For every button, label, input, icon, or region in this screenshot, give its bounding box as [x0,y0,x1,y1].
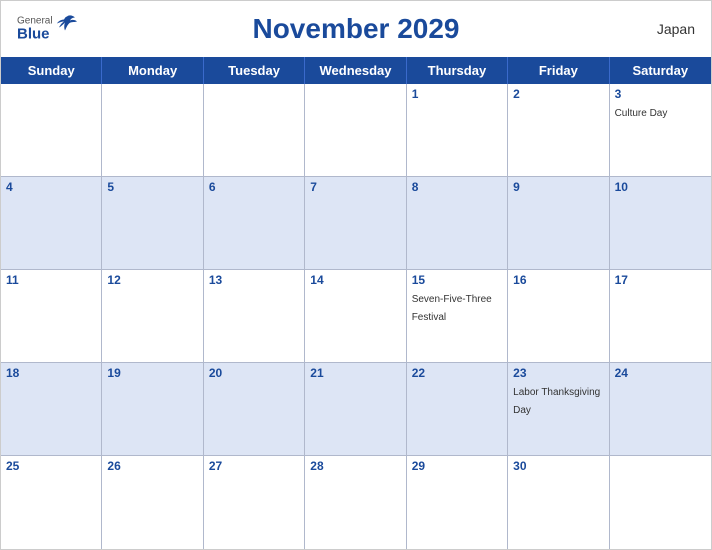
date-number: 2 [513,87,603,101]
week-row-2: 456789 10 [1,177,711,270]
day-header-wednesday: Wednesday [305,57,406,84]
calendar-cell [610,456,711,549]
calendar-cell: 26 [102,456,203,549]
date-number: 17 [615,273,706,287]
month-title: November 2029 [252,13,459,45]
holiday-name: Culture Day [615,108,668,119]
calendar-cell: 1 [407,84,508,177]
day-header-tuesday: Tuesday [204,57,305,84]
calendar-cell: 29 [407,456,508,549]
calendar-cell: 15 Seven-Five-Three Festival [407,270,508,363]
date-number: 4 [6,180,96,194]
calendar-cell: 13 [204,270,305,363]
calendar-cell: 7 [305,177,406,270]
date-number: 12 [107,273,197,287]
calendar-cell: 17 [610,270,711,363]
date-number: 27 [209,459,299,473]
date-number: 30 [513,459,603,473]
calendar-cell: 21 [305,363,406,456]
calendar-cell: 23 Labor Thanksgiving Day [508,363,609,456]
date-number: 16 [513,273,603,287]
calendar: General Blue November 2029 Japan SundayM… [0,0,712,550]
date-number: 28 [310,459,400,473]
day-header-thursday: Thursday [407,57,508,84]
calendar-header: General Blue November 2029 Japan [1,1,711,57]
date-number: 6 [209,180,299,194]
calendar-cell [102,84,203,177]
calendar-cell: 11 [1,270,102,363]
calendar-cell: 9 [508,177,609,270]
calendar-cell: 24 [610,363,711,456]
week-row-3: 11 12 13 14 15 Seven-Five-Three Festival 16 17 [1,270,711,363]
calendar-cell: 27 [204,456,305,549]
logo-bird-icon [55,15,77,38]
week-row-1: 123 Culture Day [1,84,711,177]
date-number: 25 [6,459,96,473]
logo: General Blue [17,17,77,42]
date-number: 11 [6,273,96,287]
holiday-name: Seven-Five-Three Festival [412,294,492,323]
date-number: 26 [107,459,197,473]
day-header-monday: Monday [102,57,203,84]
date-number: 29 [412,459,502,473]
date-number: 15 [412,273,502,287]
holiday-name: Labor Thanksgiving Day [513,387,600,416]
calendar-cell: 19 [102,363,203,456]
date-number: 13 [209,273,299,287]
date-number: 20 [209,366,299,380]
date-number: 1 [412,87,502,101]
calendar-cell: 28 [305,456,406,549]
date-number: 24 [615,366,706,380]
calendar-cell: 2 [508,84,609,177]
day-header-sunday: Sunday [1,57,102,84]
calendar-cell: 3 Culture Day [610,84,711,177]
week-row-5: 25 26 27 28 29 30 [1,456,711,549]
date-number: 3 [615,87,706,101]
calendar-cell [305,84,406,177]
calendar-cell: 25 [1,456,102,549]
calendar-cell: 4 [1,177,102,270]
calendar-cell: 6 [204,177,305,270]
calendar-cell: 18 [1,363,102,456]
calendar-cell [1,84,102,177]
date-number: 5 [107,180,197,194]
date-number: 23 [513,366,603,380]
country-label: Japan [657,21,695,37]
logo-blue-text: Blue [17,27,53,42]
day-headers: SundayMondayTuesdayWednesdayThursdayFrid… [1,57,711,84]
date-number: 21 [310,366,400,380]
calendar-cell [204,84,305,177]
date-number: 19 [107,366,197,380]
date-number: 7 [310,180,400,194]
calendar-cell: 22 [407,363,508,456]
calendar-cell: 10 [610,177,711,270]
date-number: 8 [412,180,502,194]
date-number: 22 [412,366,502,380]
calendar-cell: 20 [204,363,305,456]
calendar-cell: 5 [102,177,203,270]
calendar-cell: 16 [508,270,609,363]
calendar-cell: 14 [305,270,406,363]
day-header-saturday: Saturday [610,57,711,84]
date-number: 18 [6,366,96,380]
date-number: 9 [513,180,603,194]
week-row-4: 18 19 20 21 22 23 Labor Thanksgiving Day 24 [1,363,711,456]
calendar-cell: 8 [407,177,508,270]
calendar-rows: 123Culture Day456789101112131415Seven-Fi… [1,84,711,549]
day-header-friday: Friday [508,57,609,84]
date-number: 10 [615,180,706,194]
date-number: 14 [310,273,400,287]
calendar-cell: 12 [102,270,203,363]
calendar-cell: 30 [508,456,609,549]
